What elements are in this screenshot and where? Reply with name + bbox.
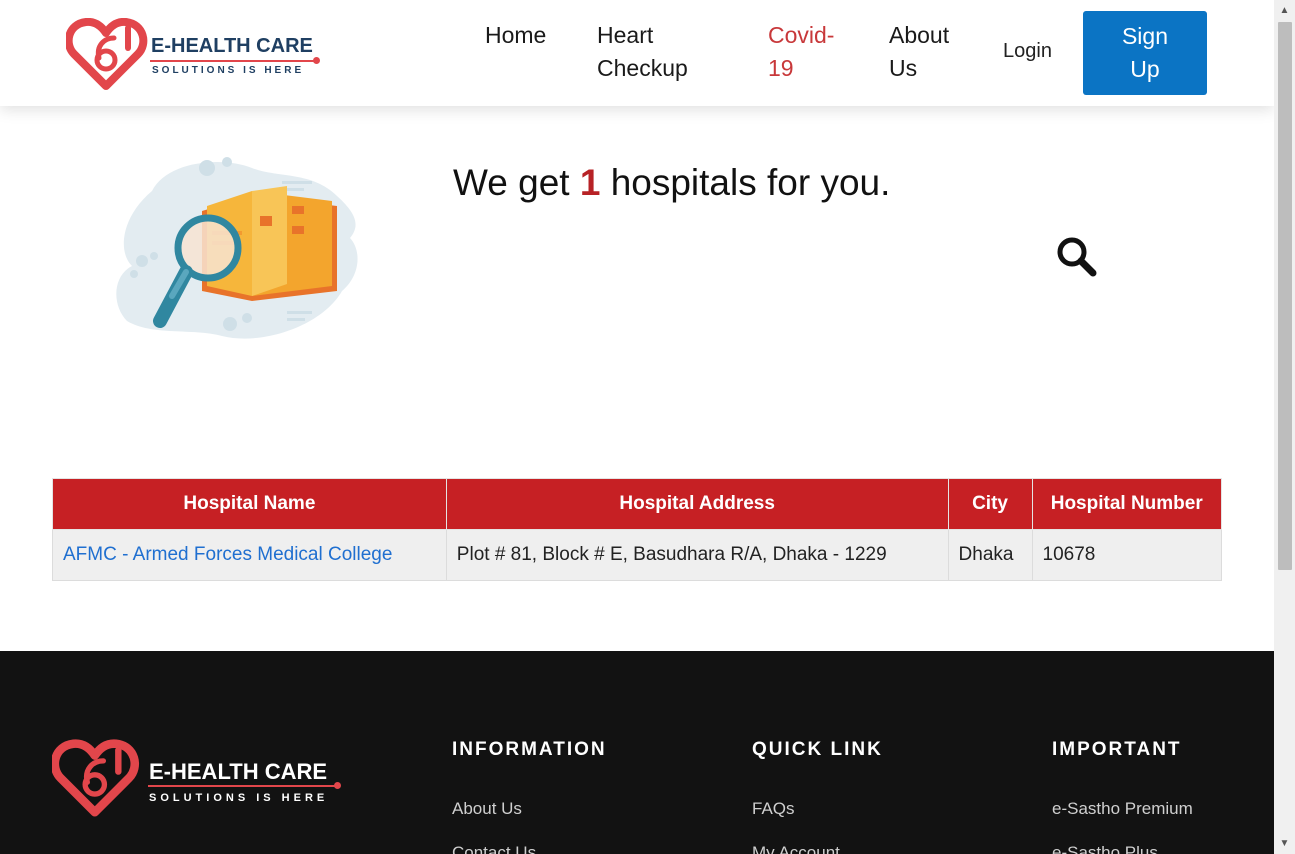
site-footer: E-HEALTH CARE SOLUTIONS IS HERE INFORMAT… — [0, 651, 1274, 854]
signup-label: Sign Up — [1121, 23, 1169, 82]
search-icon[interactable] — [1055, 235, 1097, 277]
footer-important-title: IMPORTANT — [1052, 739, 1182, 760]
results-heading: We get 1 hospitals for you. — [453, 162, 890, 204]
site-header: E-HEALTH CARE SOLUTIONS IS HERE Home Hea… — [0, 0, 1274, 106]
scrollbar-thumb[interactable] — [1278, 22, 1292, 570]
footer-information-title: INFORMATION — [452, 739, 607, 760]
hospital-city-cell: Dhaka — [947, 529, 1033, 581]
logo-dot — [313, 57, 320, 64]
hospital-number-cell: 10678 — [1031, 529, 1222, 581]
footer-brand-tagline: SOLUTIONS IS HERE — [149, 792, 329, 804]
footer-link-about-us[interactable]: About Us — [452, 799, 522, 819]
hospital-name-link[interactable]: AFMC - Armed Forces Medical College — [63, 544, 392, 565]
footer-heart-logo-icon — [52, 739, 140, 817]
scroll-up-arrow-icon[interactable]: ▲ — [1274, 0, 1295, 20]
footer-brand-name: E-HEALTH CARE — [149, 759, 328, 784]
nav-heart-checkup[interactable]: Heart Checkup — [597, 19, 707, 85]
results-prefix: We get — [453, 162, 570, 203]
footer-link-faqs[interactable]: FAQs — [752, 799, 795, 819]
footer-link-e-sastho-plus[interactable]: e-Sastho Plus — [1052, 843, 1158, 854]
login-link[interactable]: Login — [1003, 40, 1052, 63]
nav-home[interactable]: Home — [485, 19, 546, 52]
brand-logo[interactable]: E-HEALTH CARE SOLUTIONS IS HERE — [66, 18, 326, 90]
col-city: City — [947, 478, 1033, 530]
footer-quick-link-title: QUICK LINK — [752, 739, 883, 760]
col-hospital-name: Hospital Name — [52, 478, 447, 530]
footer-link-my-account[interactable]: My Account — [752, 843, 840, 854]
vertical-scrollbar[interactable]: ▲ ▼ — [1274, 0, 1295, 854]
hospital-name-cell: AFMC - Armed Forces Medical College — [52, 529, 447, 581]
signup-button[interactable]: Sign Up — [1083, 11, 1207, 95]
results-suffix: hospitals for you. — [610, 162, 891, 203]
hospital-table: Hospital Name Hospital Address City Hosp… — [52, 478, 1222, 581]
col-hospital-number: Hospital Number — [1031, 478, 1222, 530]
footer-logo-dot — [334, 782, 341, 789]
heart-logo-icon — [66, 18, 148, 90]
page: E-HEALTH CARE SOLUTIONS IS HERE Home Hea… — [0, 0, 1274, 854]
col-hospital-address: Hospital Address — [445, 478, 949, 530]
logo-underline — [150, 60, 316, 62]
footer-link-e-sastho-premium[interactable]: e-Sastho Premium — [1052, 799, 1193, 819]
nav-covid-19[interactable]: Covid-19 — [768, 19, 838, 85]
table-row: AFMC - Armed Forces Medical College Plot… — [52, 529, 1222, 581]
scroll-down-arrow-icon[interactable]: ▼ — [1274, 834, 1295, 854]
brand-tagline: SOLUTIONS IS HERE — [152, 65, 305, 76]
brand-name: E-HEALTH CARE — [151, 35, 313, 57]
table-header-row: Hospital Name Hospital Address City Hosp… — [52, 478, 1222, 530]
nav-about-us[interactable]: About Us — [889, 19, 959, 85]
footer-link-contact-us[interactable]: Contact Us — [452, 843, 536, 854]
hospital-address-cell: Plot # 81, Block # E, Basudhara R/A, Dha… — [445, 529, 949, 581]
results-count: 1 — [579, 162, 601, 203]
search-book-illustration — [116, 157, 358, 339]
footer-logo-underline — [148, 785, 336, 787]
footer-brand-logo[interactable]: E-HEALTH CARE SOLUTIONS IS HERE — [52, 739, 352, 819]
